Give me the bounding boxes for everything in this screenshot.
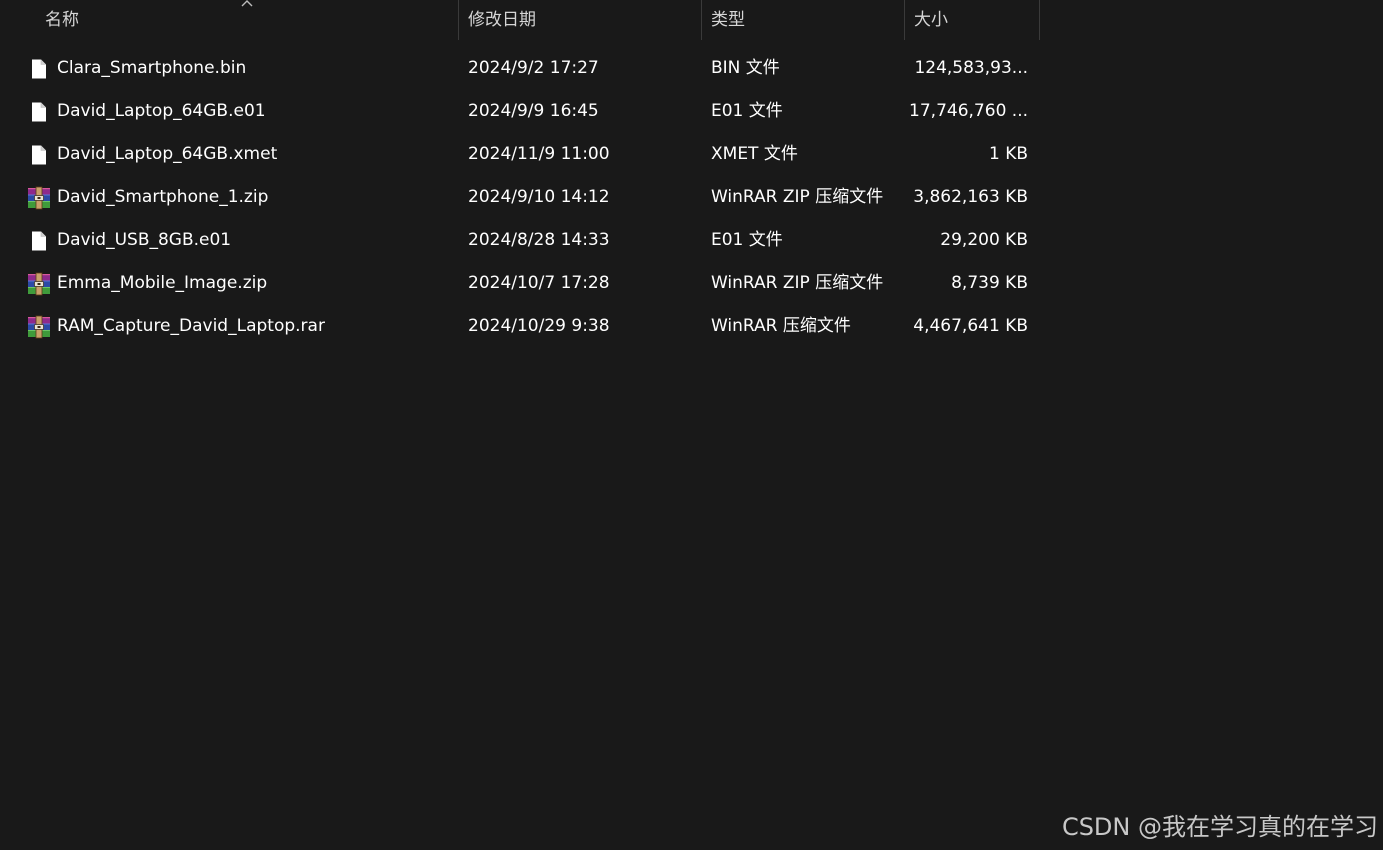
column-separator[interactable] <box>1039 0 1040 40</box>
winrar-icon <box>27 272 51 296</box>
file-name: David_USB_8GB.e01 <box>57 230 232 250</box>
winrar-icon <box>27 186 51 210</box>
file-size: 3,862,163 KB <box>913 187 1028 207</box>
file-icon <box>27 143 51 167</box>
file-type: E01 文件 <box>711 230 783 250</box>
file-icon <box>27 229 51 253</box>
file-icon <box>27 100 51 124</box>
file-name: David_Laptop_64GB.e01 <box>57 101 266 121</box>
file-size: 17,746,760 ... <box>909 101 1028 121</box>
file-type: BIN 文件 <box>711 58 780 78</box>
file-date: 2024/9/2 17:27 <box>468 58 599 78</box>
watermark: CSDN @我在学习真的在学习 <box>1061 813 1378 841</box>
file-size: 4,467,641 KB <box>913 316 1028 336</box>
file-row[interactable]: David_Laptop_64GB.xmet 2024/11/9 11:00 X… <box>0 133 1040 176</box>
column-header-name[interactable]: 名称 <box>0 0 458 40</box>
file-row[interactable]: David_Smartphone_1.zip 2024/9/10 14:12 W… <box>0 176 1040 219</box>
file-date: 2024/10/7 17:28 <box>468 273 610 293</box>
file-size: 8,739 KB <box>951 273 1028 293</box>
file-date: 2024/11/9 11:00 <box>468 144 610 164</box>
file-row[interactable]: Emma_Mobile_Image.zip 2024/10/7 17:28 Wi… <box>0 262 1040 305</box>
file-type: WinRAR 压缩文件 <box>711 316 851 336</box>
file-name: RAM_Capture_David_Laptop.rar <box>57 316 325 336</box>
file-size: 29,200 KB <box>940 230 1028 250</box>
file-name: David_Laptop_64GB.xmet <box>57 144 278 164</box>
file-date: 2024/8/28 14:33 <box>468 230 610 250</box>
file-icon <box>27 57 51 81</box>
file-name: Clara_Smartphone.bin <box>57 58 247 78</box>
file-size: 1 KB <box>988 144 1028 164</box>
file-type: E01 文件 <box>711 101 783 121</box>
winrar-icon <box>27 315 51 339</box>
column-header-date[interactable]: 修改日期 <box>459 0 701 40</box>
column-header-bar: 名称 修改日期 类型 大小 <box>0 0 1040 40</box>
file-name: David_Smartphone_1.zip <box>57 187 269 207</box>
column-header-type[interactable]: 类型 <box>702 0 904 40</box>
file-date: 2024/9/9 16:45 <box>468 101 599 121</box>
sort-ascending-icon <box>241 0 253 7</box>
file-date: 2024/9/10 14:12 <box>468 187 610 207</box>
file-row[interactable]: David_Laptop_64GB.e01 2024/9/9 16:45 E01… <box>0 90 1040 133</box>
file-type: WinRAR ZIP 压缩文件 <box>711 273 884 293</box>
file-size: 124,583,93... <box>914 58 1028 78</box>
file-type: WinRAR ZIP 压缩文件 <box>711 187 884 207</box>
file-list: Clara_Smartphone.bin 2024/9/2 17:27 BIN … <box>0 47 1040 348</box>
file-row[interactable]: RAM_Capture_David_Laptop.rar 2024/10/29 … <box>0 305 1040 348</box>
file-type: XMET 文件 <box>711 144 798 164</box>
column-header-size[interactable]: 大小 <box>905 0 1040 40</box>
file-row[interactable]: Clara_Smartphone.bin 2024/9/2 17:27 BIN … <box>0 47 1040 90</box>
file-row[interactable]: David_USB_8GB.e01 2024/8/28 14:33 E01 文件… <box>0 219 1040 262</box>
file-date: 2024/10/29 9:38 <box>468 316 610 336</box>
file-name: Emma_Mobile_Image.zip <box>57 273 268 293</box>
